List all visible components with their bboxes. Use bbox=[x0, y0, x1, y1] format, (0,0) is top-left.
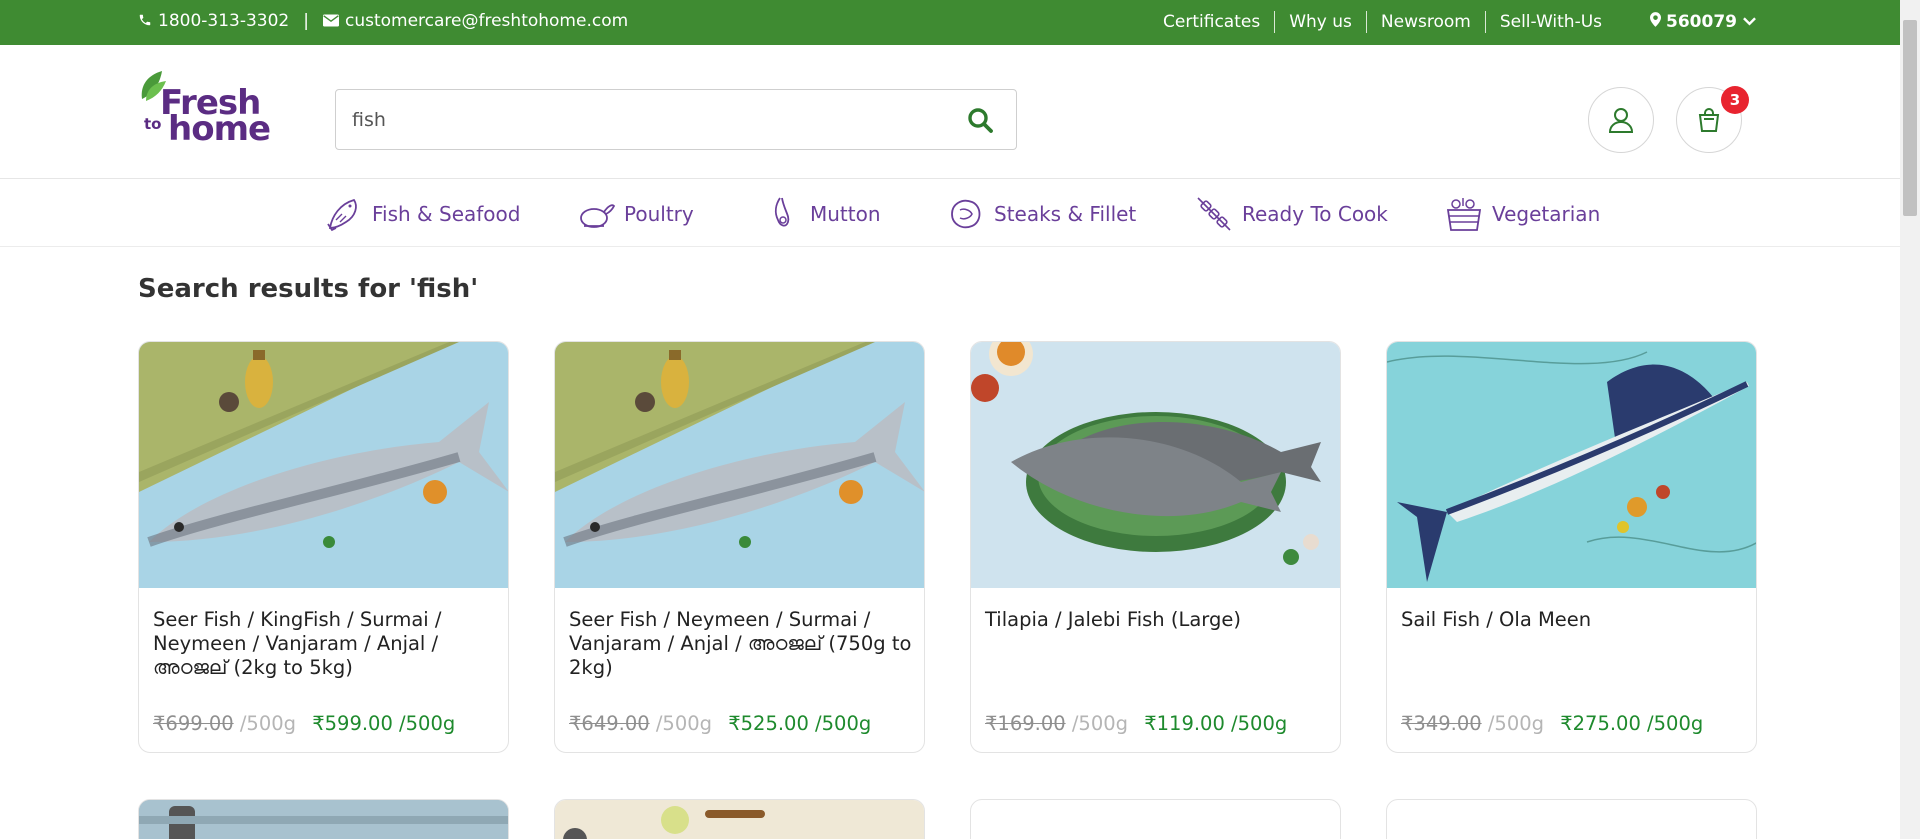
category-nav: Fish & Seafood Poultry Mutton Steaks & F… bbox=[0, 180, 1900, 247]
product-name[interactable]: Seer Fish / KingFish / Surmai / Neymeen … bbox=[153, 608, 498, 680]
product-mrp: ₹699.00 bbox=[153, 712, 234, 735]
account-button[interactable] bbox=[1588, 87, 1654, 153]
product-sale-price: ₹525.00 /500g bbox=[728, 712, 872, 735]
product-sale-price: ₹119.00 /500g bbox=[1144, 712, 1288, 735]
category-fish-seafood[interactable]: Fish & Seafood bbox=[324, 194, 520, 234]
product-price: ₹649.00 /500g ₹525.00 /500g bbox=[569, 712, 871, 735]
freshtohome-logo[interactable]: Fresh to home bbox=[138, 69, 271, 155]
product-price: ₹169.00 /500g ₹119.00 /500g bbox=[985, 712, 1287, 735]
product-sale-price: ₹599.00 /500g bbox=[312, 712, 456, 735]
link-newsroom[interactable]: Newsroom bbox=[1367, 11, 1486, 33]
steak-icon bbox=[951, 199, 981, 229]
link-certificates[interactable]: Certificates bbox=[1149, 11, 1276, 33]
search-input[interactable] bbox=[352, 90, 952, 149]
product-name[interactable]: Sail Fish / Ola Meen bbox=[1401, 608, 1746, 632]
link-why-us[interactable]: Why us bbox=[1275, 11, 1367, 33]
product-card[interactable]: Seer Fish / KingFish / Surmai / Neymeen … bbox=[138, 341, 509, 753]
cart-button[interactable]: 3 bbox=[1676, 86, 1749, 153]
category-poultry[interactable]: Poultry bbox=[576, 194, 694, 234]
category-mutton[interactable]: Mutton bbox=[762, 194, 881, 234]
product-image bbox=[139, 800, 508, 839]
category-label: Mutton bbox=[810, 202, 881, 226]
product-card-partial[interactable] bbox=[970, 799, 1341, 839]
link-sell-with-us[interactable]: Sell-With-Us bbox=[1486, 11, 1602, 33]
page-scrollbar[interactable] bbox=[1900, 0, 1920, 839]
contact-info: 1800-313-3302 | customercare@freshtohome… bbox=[138, 11, 628, 31]
product-mrp: ₹349.00 bbox=[1401, 712, 1482, 735]
search-results-title: Search results for 'fish' bbox=[138, 274, 479, 304]
scrollbar-thumb[interactable] bbox=[1903, 20, 1917, 216]
product-image bbox=[555, 342, 924, 588]
product-card[interactable]: Sail Fish / Ola Meen ₹349.00 /500g ₹275.… bbox=[1386, 341, 1757, 753]
phone-icon bbox=[138, 12, 152, 31]
chevron-down-icon bbox=[1743, 15, 1756, 30]
top-bar: 1800-313-3302 | customercare@freshtohome… bbox=[0, 0, 1900, 45]
search-icon[interactable] bbox=[966, 106, 994, 138]
product-card-partial[interactable] bbox=[138, 799, 509, 839]
product-mrp-unit: /500g bbox=[1481, 712, 1545, 735]
chicken-icon bbox=[580, 204, 616, 228]
product-image bbox=[1387, 342, 1756, 588]
product-card[interactable]: Seer Fish / Neymeen / Surmai / Vanjaram … bbox=[554, 341, 925, 753]
page: 1800-313-3302 | customercare@freshtohome… bbox=[0, 0, 1920, 839]
product-mrp-unit: /500g bbox=[1065, 712, 1129, 735]
category-label: Ready To Cook bbox=[1242, 202, 1388, 226]
vegetable-basket-icon bbox=[1446, 198, 1482, 231]
top-links: Certificates Why us Newsroom Sell-With-U… bbox=[1149, 11, 1756, 33]
product-image bbox=[139, 342, 508, 588]
category-steaks-fillet[interactable]: Steaks & Fillet bbox=[946, 194, 1136, 234]
product-price: ₹699.00 /500g ₹599.00 /500g bbox=[153, 712, 455, 735]
product-image bbox=[971, 342, 1340, 588]
pincode-selector[interactable]: 560079 bbox=[1650, 12, 1756, 32]
product-card-partial[interactable] bbox=[1386, 799, 1757, 839]
cart-count-badge: 3 bbox=[1721, 86, 1749, 114]
mutton-icon bbox=[774, 197, 790, 227]
logo-text-to: to bbox=[144, 115, 162, 133]
product-name[interactable]: Seer Fish / Neymeen / Surmai / Vanjaram … bbox=[569, 608, 914, 680]
product-mrp-unit: /500g bbox=[233, 712, 297, 735]
logo-text-home: home bbox=[168, 109, 271, 149]
pincode-value: 560079 bbox=[1666, 12, 1737, 32]
envelope-icon bbox=[322, 12, 339, 31]
category-vegetarian[interactable]: Vegetarian bbox=[1444, 194, 1600, 234]
skewer-icon bbox=[1197, 197, 1231, 231]
contact-separator: | bbox=[303, 11, 309, 31]
map-pin-icon bbox=[1650, 12, 1662, 32]
category-label: Vegetarian bbox=[1492, 202, 1601, 226]
product-sale-price: ₹275.00 /500g bbox=[1560, 712, 1704, 735]
product-card[interactable]: Tilapia / Jalebi Fish (Large) ₹169.00 /5… bbox=[970, 341, 1341, 753]
product-price: ₹349.00 /500g ₹275.00 /500g bbox=[1401, 712, 1703, 735]
fish-icon bbox=[327, 198, 357, 232]
category-label: Poultry bbox=[624, 202, 694, 226]
search-box bbox=[335, 89, 1017, 150]
product-mrp-unit: /500g bbox=[649, 712, 713, 735]
product-card-partial[interactable] bbox=[554, 799, 925, 839]
header: Fresh to home 3 bbox=[0, 45, 1900, 179]
category-label: Fish & Seafood bbox=[372, 202, 521, 226]
category-label: Steaks & Fillet bbox=[994, 202, 1137, 226]
shopping-bag-icon bbox=[1698, 108, 1720, 132]
user-icon bbox=[1608, 108, 1634, 133]
category-ready-to-cook[interactable]: Ready To Cook bbox=[1194, 194, 1388, 234]
product-mrp: ₹649.00 bbox=[569, 712, 650, 735]
phone-number[interactable]: 1800-313-3302 bbox=[158, 11, 289, 31]
product-name[interactable]: Tilapia / Jalebi Fish (Large) bbox=[985, 608, 1330, 632]
support-email[interactable]: customercare@freshtohome.com bbox=[345, 11, 628, 31]
product-mrp: ₹169.00 bbox=[985, 712, 1066, 735]
product-image bbox=[555, 800, 924, 839]
